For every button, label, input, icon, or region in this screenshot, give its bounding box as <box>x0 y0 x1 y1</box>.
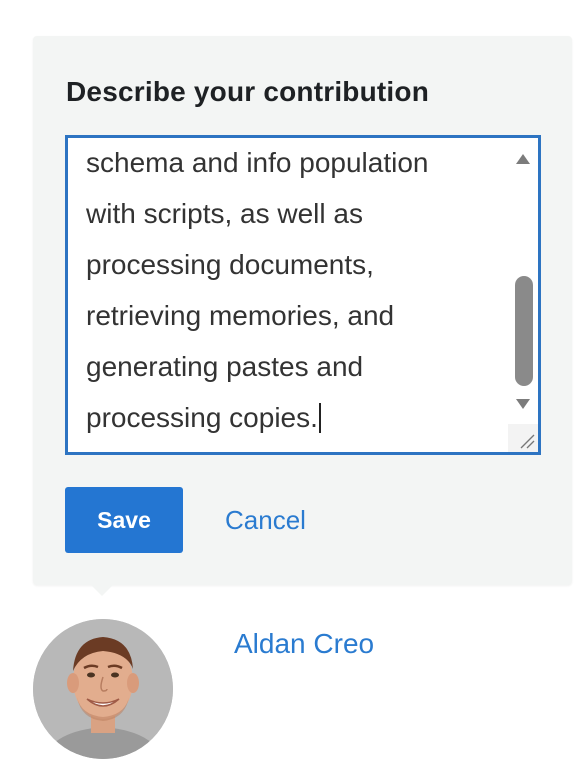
cancel-link[interactable]: Cancel <box>225 505 306 536</box>
scroll-up-arrow-icon[interactable] <box>516 154 530 164</box>
contribution-textarea-content[interactable]: schema and info population with scripts,… <box>86 138 501 443</box>
contribution-textarea[interactable]: schema and info population with scripts,… <box>65 135 541 455</box>
author-name-link[interactable]: Aldan Creo <box>234 628 374 660</box>
form-heading: Describe your contribution <box>66 76 430 107</box>
textarea-scrollbar[interactable] <box>508 138 538 424</box>
resize-grip-icon[interactable] <box>508 424 538 452</box>
user-avatar-photo[interactable] <box>33 619 173 759</box>
scroll-down-arrow-icon[interactable] <box>516 399 530 409</box>
text-caret <box>318 403 321 433</box>
contribution-text: schema and info population with scripts,… <box>86 147 429 433</box>
scrollbar-thumb[interactable] <box>515 276 533 386</box>
card-pointer <box>90 584 114 596</box>
save-button[interactable]: Save <box>65 487 183 553</box>
